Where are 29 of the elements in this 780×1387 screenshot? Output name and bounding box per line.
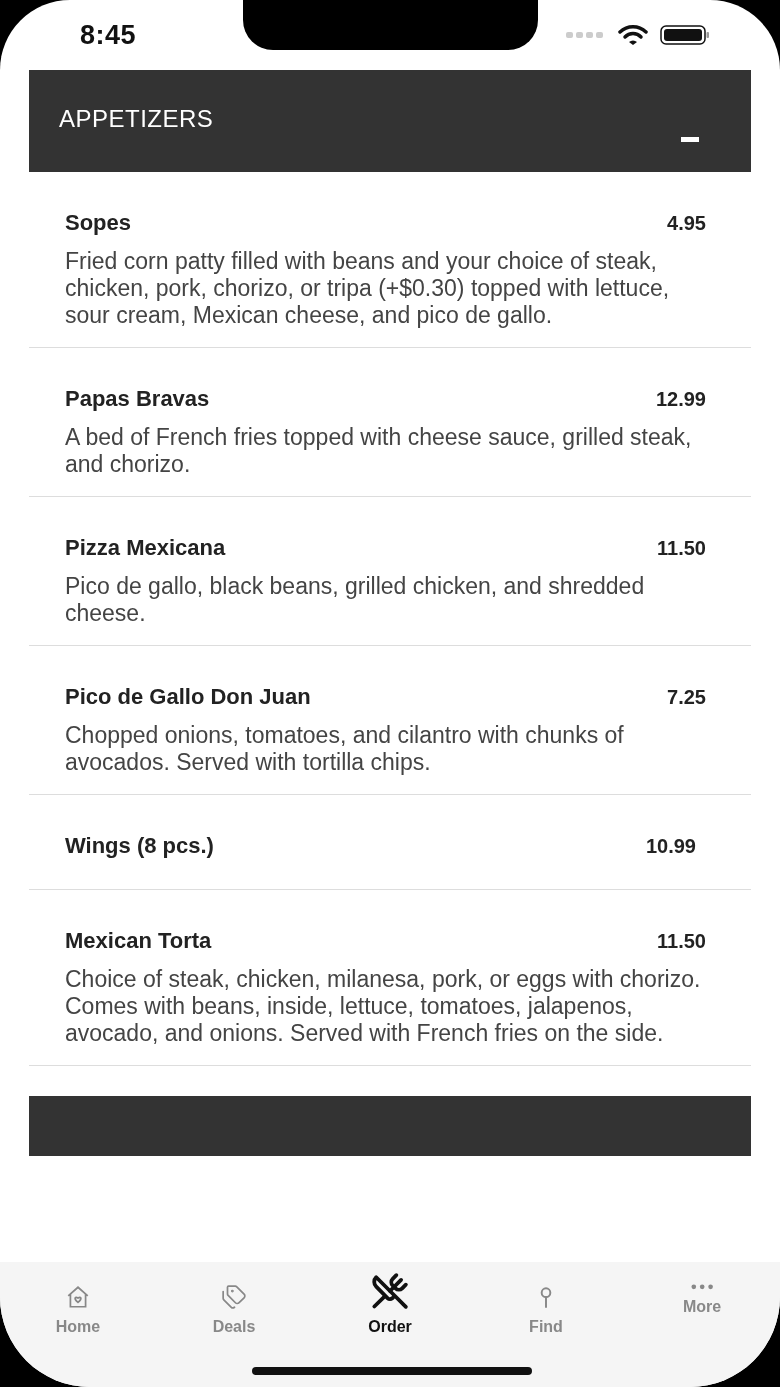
tab-button[interactable]: Order bbox=[335, 1272, 445, 1336]
more-icon bbox=[690, 1284, 714, 1290]
home-indicator[interactable] bbox=[252, 1367, 532, 1375]
item-name[interactable]: Pico de Gallo Don Juan bbox=[65, 684, 311, 710]
item-price: 7.25 bbox=[667, 686, 706, 709]
item-description: Fried corn patty filled with beans and your choice of steak, chicken, pork, chorizo, or tripa (+$0.30) topped with lettuce, sour cream, Mexican cheese, and pico de gallo. bbox=[65, 248, 671, 329]
item-name[interactable]: Wings (8 pcs.) bbox=[65, 833, 214, 859]
item-description: A bed of French fries topped with cheese sauce, grilled steak, and chorizo. bbox=[65, 424, 693, 478]
item-description: Choice of steak, chicken, milanesa, pork, or eggs with chorizo. Comes with beans, inside, lettuce, tomatoes, jalapenos, avocado, and onions. Served with French fries on the side. bbox=[65, 966, 702, 1047]
item-price: 11.50 bbox=[657, 537, 706, 560]
item-name[interactable]: Sopes bbox=[65, 210, 132, 236]
item-price: 11.50 bbox=[657, 930, 706, 953]
item-price: 12.99 bbox=[655, 388, 706, 411]
wifi-icon bbox=[618, 24, 648, 46]
section-title: APPETIZERS bbox=[59, 105, 214, 133]
section-header[interactable] bbox=[29, 1096, 751, 1156]
tags-icon bbox=[220, 1284, 248, 1310]
battery-icon bbox=[660, 25, 710, 45]
item-price: 4.95 bbox=[667, 212, 706, 235]
item-name[interactable]: Papas Bravas bbox=[65, 386, 210, 412]
status-time: 8:45 bbox=[80, 19, 137, 51]
item-description: Chopped onions, tomatoes, and cilantro with chunks of avocados. Served with tortilla chips. bbox=[65, 722, 625, 776]
section-header[interactable]: APPETIZERS bbox=[29, 70, 751, 172]
item-name[interactable]: Pizza Mexicana bbox=[65, 535, 226, 561]
item-price: 10.99 bbox=[645, 835, 696, 858]
item-name[interactable]: Mexican Torta bbox=[65, 928, 212, 954]
signal-icon bbox=[566, 31, 606, 39]
item-description: Pico de gallo, black beans, grilled chicken, and shredded cheese. bbox=[65, 573, 646, 627]
collapse-icon[interactable] bbox=[681, 137, 699, 143]
